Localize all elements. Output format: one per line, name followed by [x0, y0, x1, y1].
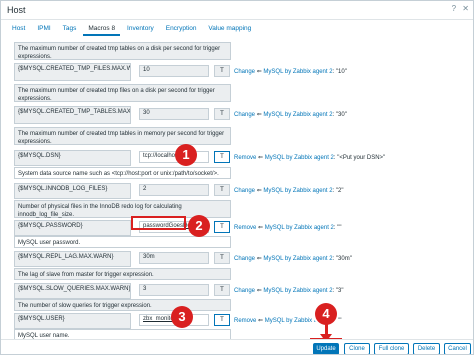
tab-ipmi[interactable]: IPMI: [32, 23, 55, 34]
step-marker-4: 4: [315, 303, 337, 325]
macro-action: Change ⇐ MySQL by Zabbix agent 2: "10": [234, 68, 347, 75]
macro-description[interactable]: The maximum number of created tmp tables…: [14, 127, 231, 145]
update-button[interactable]: Update: [313, 343, 339, 354]
change-link[interactable]: Change: [234, 288, 255, 294]
macro-name[interactable]: {$MYSQL.INNODB_LOG_FILES}: [14, 183, 131, 199]
tab-bar: Host IPMI Tags Macros 8 Inventory Encryp…: [7, 23, 256, 37]
template-link[interactable]: MySQL by Zabbix agent 2: [263, 188, 332, 194]
tab-value-mapping[interactable]: Value mapping: [203, 23, 256, 34]
change-link[interactable]: Change: [234, 188, 255, 194]
inherited-value: ⇐ MySQL by Zabbix agent 2: "10": [256, 69, 347, 75]
change-link[interactable]: Change: [234, 69, 255, 75]
template-link[interactable]: MySQL by Zabbix agent 2: [263, 288, 332, 294]
value-type-dropdown[interactable]: T: [214, 151, 230, 163]
step-marker-1: 1: [175, 144, 197, 166]
macro-description[interactable]: The lag of slave from master for trigger…: [14, 268, 231, 280]
macro-name[interactable]: {$MYSQL.SLOW_QUERIES.MAX.WARN}: [14, 283, 131, 299]
change-link[interactable]: Change: [234, 112, 255, 118]
remove-link[interactable]: Remove: [234, 155, 256, 161]
macro-value[interactable]: 10: [139, 65, 209, 77]
macro-action: Remove ⇐ MySQL by Zabbix agent 2: "": [234, 224, 341, 231]
dialog-title: Host: [7, 5, 26, 15]
macro-value[interactable]: 30: [139, 108, 209, 120]
value-type-dropdown[interactable]: T: [214, 108, 230, 120]
titlebar-icons: ? ✕: [448, 4, 469, 13]
tab-inventory[interactable]: Inventory: [122, 23, 159, 34]
password-highlight: [131, 216, 186, 230]
macro-name[interactable]: {$MYSQL.PASSWORD}: [14, 220, 131, 236]
template-link[interactable]: MySQL by Zabbix agent 2: [263, 69, 332, 75]
inherited-value: ⇐ MySQL by Zabbix agent 2: "30m": [256, 256, 352, 262]
tab-encryption[interactable]: Encryption: [161, 23, 202, 34]
macro-description[interactable]: The maximum number of created tmp files …: [14, 84, 231, 102]
step-marker-2: 2: [188, 215, 210, 237]
macro-value[interactable]: tcp://localhost: [139, 151, 209, 163]
clone-button[interactable]: Clone: [344, 343, 370, 354]
inherited-value: ⇐ MySQL by Zabbix agent 2: "2": [256, 188, 344, 194]
value-type-dropdown[interactable]: T: [214, 221, 230, 233]
change-link[interactable]: Change: [234, 256, 255, 262]
value-type-dropdown[interactable]: T: [214, 314, 230, 326]
macro-description[interactable]: System data source name such as <tcp://h…: [14, 167, 231, 179]
full-clone-button[interactable]: Full clone: [374, 343, 409, 354]
remove-link[interactable]: Remove: [234, 225, 256, 231]
template-link[interactable]: MySQL by Zabbix agent 2: [265, 155, 334, 161]
macro-action: Change ⇐ MySQL by Zabbix agent 2: "3": [234, 287, 344, 294]
inherited-value: ⇐ MySQL by Zabbix agent 2: "": [258, 225, 342, 231]
template-link[interactable]: MySQL by Zabbix agent 2: [263, 256, 332, 262]
macros-list: The maximum number of created tmp tables…: [9, 39, 469, 341]
remove-link[interactable]: Remove: [234, 318, 256, 324]
macro-action: Change ⇐ MySQL by Zabbix agent 2: "30m": [234, 255, 352, 262]
delete-button[interactable]: Delete: [413, 343, 440, 354]
macro-description[interactable]: The maximum number of created tmp tables…: [14, 42, 231, 60]
inherited-value: ⇐ MySQL by Zabbix agent 2: "30": [256, 112, 347, 118]
macro-description[interactable]: The number of slow queries for trigger e…: [14, 299, 231, 311]
value-type-dropdown[interactable]: T: [214, 284, 230, 296]
macro-value[interactable]: 30m: [139, 252, 209, 264]
dialog-titlebar: Host ? ✕: [1, 1, 473, 20]
macro-name[interactable]: {$MYSQL.REPL_LAG.MAX.WARN}: [14, 251, 131, 267]
macro-value[interactable]: 2: [139, 184, 209, 196]
macro-value[interactable]: 3: [139, 284, 209, 296]
macro-action: Remove ⇐ MySQL by Zabbix agent 2: "<Put …: [234, 154, 385, 161]
template-link[interactable]: MySQL by Zabbix agent 2: [263, 112, 332, 118]
value-type-dropdown[interactable]: T: [214, 65, 230, 77]
tab-macros[interactable]: Macros 8: [83, 23, 121, 36]
macro-action: Change ⇐ MySQL by Zabbix agent 2: "2": [234, 187, 344, 194]
host-dialog: Host ? ✕ Host IPMI Tags Macros 8 Invento…: [0, 0, 474, 355]
macro-action: Change ⇐ MySQL by Zabbix agent 2: "30": [234, 111, 347, 118]
template-link[interactable]: MySQL by Zabbix agent 2: [265, 225, 334, 231]
value-type-dropdown[interactable]: T: [214, 252, 230, 264]
help-icon[interactable]: ?: [452, 4, 456, 13]
macro-name[interactable]: {$MYSQL.CREATED_TMP_TABLES.MAX.WARN}: [14, 106, 131, 124]
tab-host[interactable]: Host: [7, 23, 30, 34]
inherited-value: ⇐ MySQL by Zabbix agent 2: "3": [256, 288, 344, 294]
macro-name[interactable]: {$MYSQL.DSN}: [14, 150, 131, 166]
close-icon[interactable]: ✕: [462, 4, 469, 13]
macro-name[interactable]: {$MYSQL.CREATED_TMP_FILES.MAX.WARN}: [14, 63, 131, 81]
tab-tags[interactable]: Tags: [58, 23, 82, 34]
macro-name[interactable]: {$MYSQL.USER}: [14, 313, 131, 329]
value-type-dropdown[interactable]: T: [214, 184, 230, 196]
cancel-button[interactable]: Cancel: [444, 343, 471, 354]
step-marker-3: 3: [171, 306, 193, 328]
macro-description[interactable]: MySQL user password.: [14, 236, 231, 248]
inherited-value: ⇐ MySQL by Zabbix agent 2: "<Put your DS…: [258, 155, 386, 161]
